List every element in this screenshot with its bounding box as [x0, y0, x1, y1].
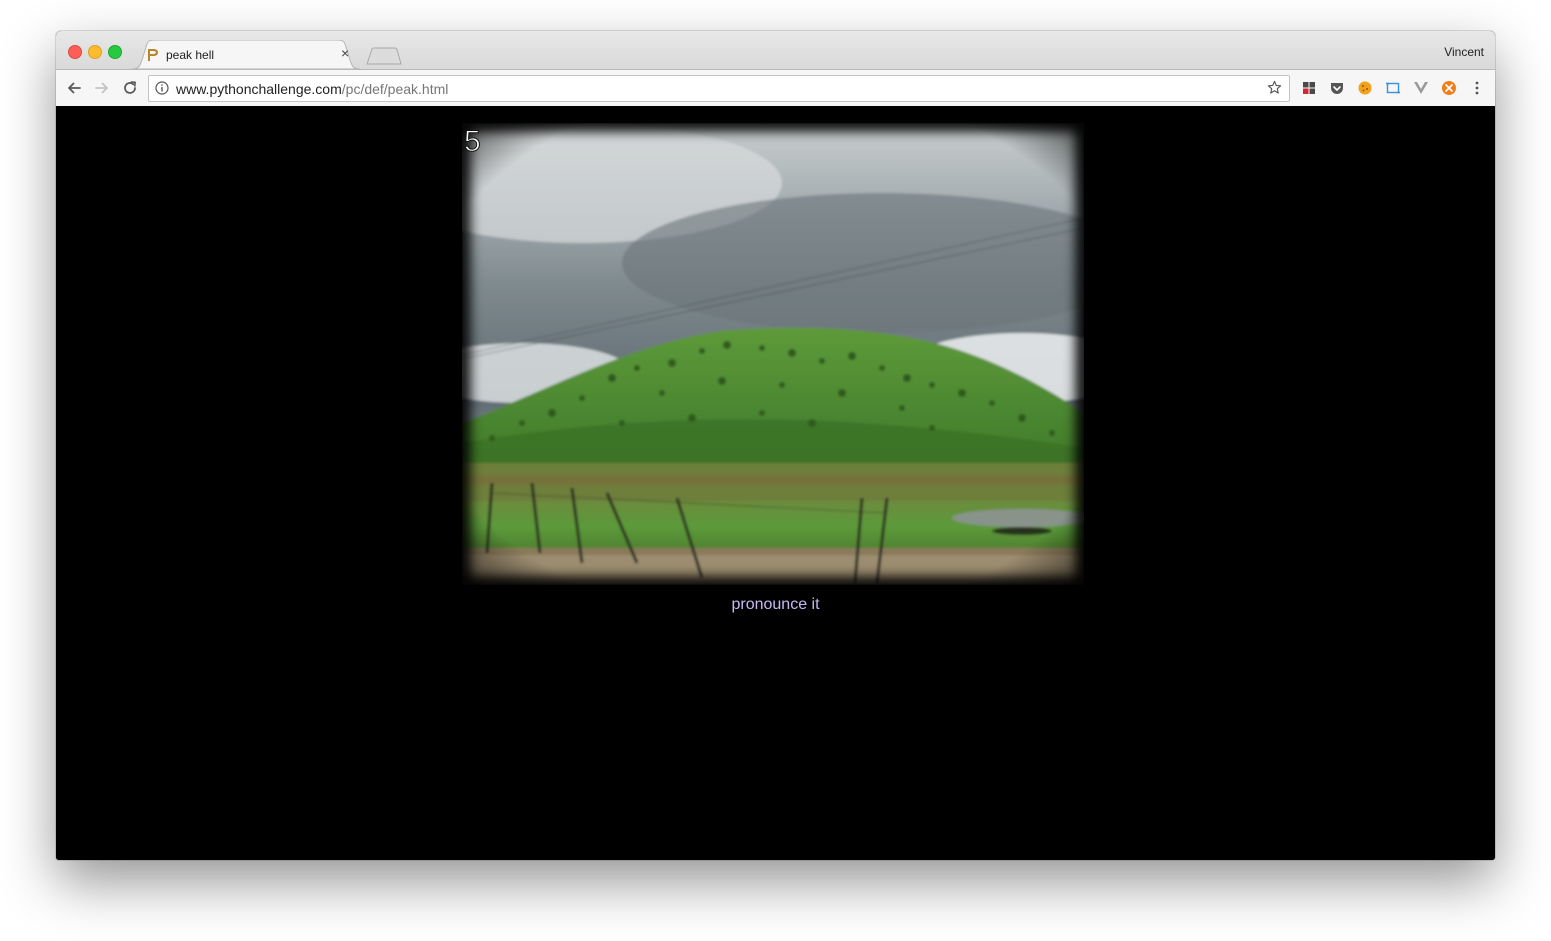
maximize-window-button[interactable] — [108, 45, 122, 59]
vue-devtools-icon[interactable] — [1413, 80, 1429, 96]
orange-extension-icon[interactable] — [1441, 80, 1457, 96]
menu-kebab-icon[interactable] — [1469, 80, 1485, 96]
tab-title: peak hell — [166, 48, 215, 62]
pronounce-it-link[interactable]: pronounce it — [56, 596, 1495, 614]
browser-toolbar: www.pythonchallenge.com/pc/def/peak.html — [56, 69, 1495, 107]
back-icon[interactable] — [65, 79, 83, 97]
puzzle-extension-icon[interactable] — [1301, 80, 1317, 96]
forward-icon[interactable] — [93, 79, 111, 97]
screenshot-icon[interactable] — [1385, 80, 1401, 96]
cookie-icon[interactable] — [1357, 80, 1373, 96]
url-host: www.pythonchallenge.com — [176, 81, 342, 97]
address-bar[interactable]: www.pythonchallenge.com/pc/def/peak.html — [148, 75, 1290, 102]
new-tab-button[interactable] — [366, 47, 402, 65]
pythonchallenge-favicon-icon — [148, 49, 158, 61]
info-icon[interactable] — [155, 81, 169, 95]
hill-landscape-picture: 5 — [462, 123, 1084, 585]
image-number-label: 5 — [464, 125, 481, 158]
star-icon[interactable] — [1267, 80, 1282, 95]
url-text[interactable]: www.pythonchallenge.com/pc/def/peak.html — [176, 81, 448, 97]
title-bar: peak hell × Vincent — [56, 31, 1495, 69]
pocket-icon[interactable] — [1329, 80, 1345, 96]
peak-hill-image: 5 — [462, 123, 1084, 585]
close-window-button[interactable] — [68, 45, 82, 59]
profile-name[interactable]: Vincent — [1444, 45, 1484, 59]
tab-close-icon[interactable]: × — [341, 46, 349, 60]
minimize-window-button[interactable] — [88, 45, 102, 59]
browser-window: peak hell × Vincent www.pythonchallenge.… — [56, 31, 1495, 860]
reload-icon[interactable] — [121, 79, 139, 97]
page-content: 5 pronounce it — [56, 106, 1495, 860]
tab-peak-hell[interactable]: peak hell × — [132, 40, 360, 69]
url-path: /pc/def/peak.html — [341, 81, 449, 97]
